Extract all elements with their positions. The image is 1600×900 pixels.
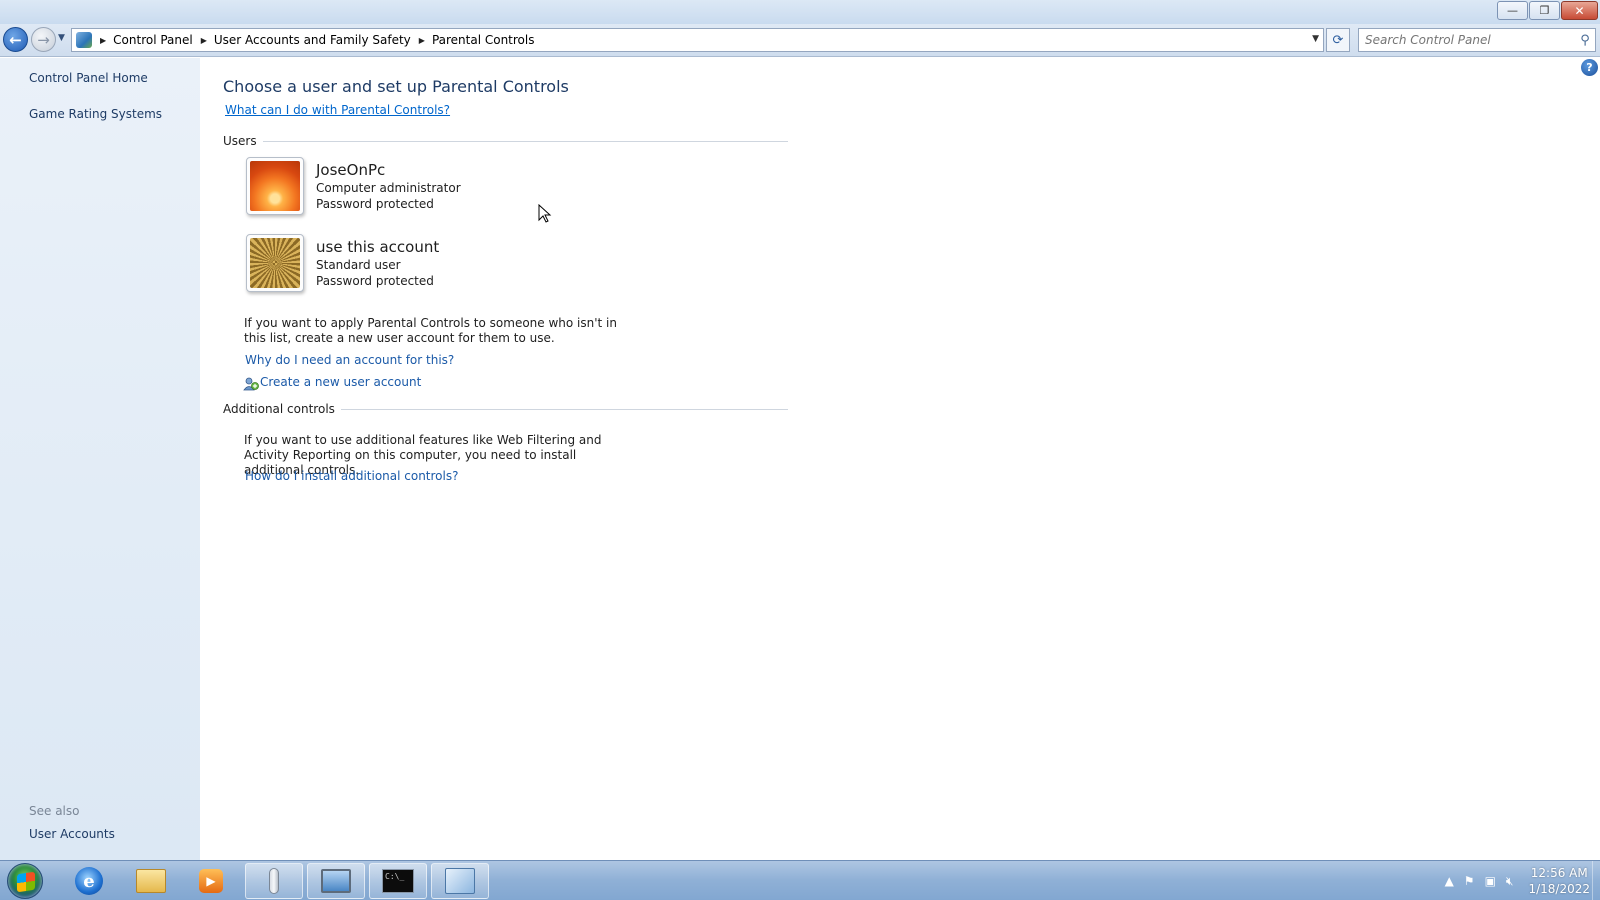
add-user-icon[interactable] (243, 377, 259, 391)
user-name[interactable]: JoseOnPc (316, 161, 461, 179)
system-tray: ▲ ⚑ ▣ 🔇︎ 12:56 AM 1/18/2022 (1440, 861, 1590, 900)
taskbar-speech-recognition[interactable] (245, 863, 303, 899)
windows-logo-icon (17, 871, 35, 893)
refresh-icon: ⟳ (1332, 32, 1344, 48)
breadcrumb-separator-icon[interactable]: ▶ (419, 36, 425, 45)
user-password-status: Password protected (316, 274, 434, 288)
taskbar-windows-explorer[interactable] (122, 863, 180, 899)
volume-muted-icon[interactable]: 🔇︎ (1506, 874, 1514, 889)
taskbar-media-player[interactable]: ▶ (182, 863, 240, 899)
recent-pages-dropdown[interactable]: ▼ (58, 33, 65, 43)
main-content: ? Choose a user and set up Parental Cont… (200, 58, 1600, 860)
address-dropdown-icon[interactable]: ▼ (1312, 34, 1319, 44)
close-button[interactable]: ✕ (1561, 1, 1598, 20)
control-panel-home-link[interactable]: Control Panel Home (29, 71, 148, 85)
user-accounts-link[interactable]: User Accounts (29, 827, 115, 841)
user-role: Computer administrator (316, 181, 461, 195)
navigation-bar: ← → ▼ ▶ Control Panel ▶ User Accounts an… (0, 24, 1600, 57)
restore-icon: ❐ (1539, 4, 1550, 17)
new-account-explanation: If you want to apply Parental Controls t… (244, 316, 617, 345)
show-desktop-button[interactable] (1592, 861, 1600, 900)
avatar[interactable] (246, 157, 304, 215)
network-icon[interactable]: ▣ (1485, 874, 1496, 888)
control-panel-icon (76, 32, 92, 48)
breadcrumb-user-accounts-family-safety[interactable]: User Accounts and Family Safety (214, 33, 411, 47)
golden-pattern-picture (250, 238, 300, 288)
user-info: use this account Standard user Password … (316, 238, 439, 292)
help-icon[interactable]: ? (1581, 59, 1598, 76)
clock[interactable]: 12:56 AM 1/18/2022 (1528, 865, 1590, 897)
user-tile-joseonpc[interactable]: JoseOnPc Computer administrator Password… (246, 157, 461, 215)
create-user-account-link[interactable]: Create a new user account (260, 375, 421, 389)
control-panel-icon (445, 868, 475, 894)
install-additional-controls-link[interactable]: How do I install additional controls? (245, 469, 458, 483)
media-player-icon: ▶ (199, 869, 223, 893)
mouse-cursor-icon (538, 204, 552, 223)
user-role: Standard user (316, 258, 401, 272)
see-also-heading: See also (29, 804, 80, 818)
avatar[interactable] (246, 234, 304, 292)
taskbar-command-prompt[interactable]: C:\_ (369, 863, 427, 899)
show-hidden-icons-icon[interactable]: ▲ (1445, 874, 1454, 888)
game-rating-systems-link[interactable]: Game Rating Systems (29, 107, 162, 121)
search-box[interactable]: ⚲ (1358, 28, 1596, 52)
minimize-button[interactable]: — (1497, 1, 1528, 20)
user-info: JoseOnPc Computer administrator Password… (316, 161, 461, 215)
microphone-icon (269, 868, 279, 894)
users-section-heading: Users (223, 134, 788, 148)
section-divider (262, 140, 788, 142)
folder-icon (136, 869, 166, 893)
search-input[interactable] (1359, 33, 1575, 47)
additional-controls-heading-label: Additional controls (223, 402, 335, 416)
action-center-flag-icon[interactable]: ⚑ (1464, 874, 1475, 888)
search-icon[interactable]: ⚲ (1575, 33, 1595, 48)
forward-button[interactable]: → (31, 27, 56, 52)
monitor-icon (321, 869, 351, 893)
minimize-icon: — (1507, 4, 1518, 17)
orange-flower-picture (250, 161, 300, 211)
additional-controls-section-heading: Additional controls (223, 402, 788, 416)
what-can-i-do-link[interactable]: What can I do with Parental Controls? (225, 103, 450, 117)
close-icon: ✕ (1574, 3, 1585, 18)
left-task-pane: Control Panel Home Game Rating Systems S… (0, 58, 200, 860)
page-title: Choose a user and set up Parental Contro… (223, 77, 569, 96)
taskbar-internet-explorer[interactable]: e (60, 863, 118, 899)
breadcrumb-separator-icon[interactable]: ▶ (100, 36, 106, 45)
user-tile-use-this-account[interactable]: use this account Standard user Password … (246, 234, 439, 292)
user-name[interactable]: use this account (316, 238, 439, 256)
clock-time: 12:56 AM (1530, 866, 1588, 880)
title-bar: — ❐ ✕ (0, 0, 1600, 24)
back-arrow-icon: ← (9, 30, 22, 49)
users-heading-label: Users (223, 134, 257, 148)
breadcrumb-separator-icon[interactable]: ▶ (201, 36, 207, 45)
why-account-link[interactable]: Why do I need an account for this? (245, 353, 454, 367)
command-prompt-icon: C:\_ (382, 869, 414, 893)
taskbar-remote-desktop[interactable] (307, 863, 365, 899)
window-controls: — ❐ ✕ (1496, 1, 1598, 20)
taskbar: e ▶ C:\_ ▲ ⚑ ▣ 🔇︎ 12:56 AM 1/18/2022 (0, 860, 1600, 900)
start-button[interactable] (7, 863, 43, 899)
back-button[interactable]: ← (3, 27, 28, 52)
breadcrumb-parental-controls[interactable]: Parental Controls (432, 33, 535, 47)
internet-explorer-icon: e (75, 867, 103, 895)
section-divider (340, 408, 788, 410)
breadcrumb-control-panel[interactable]: Control Panel (113, 33, 193, 47)
forward-arrow-icon: → (37, 30, 50, 49)
clock-date: 1/18/2022 (1528, 882, 1590, 896)
address-bar[interactable]: ▶ Control Panel ▶ User Accounts and Fami… (71, 28, 1324, 52)
refresh-button[interactable]: ⟳ (1326, 28, 1350, 52)
taskbar-control-panel[interactable] (431, 863, 489, 899)
maximize-button[interactable]: ❐ (1529, 1, 1560, 20)
user-password-status: Password protected (316, 197, 434, 211)
